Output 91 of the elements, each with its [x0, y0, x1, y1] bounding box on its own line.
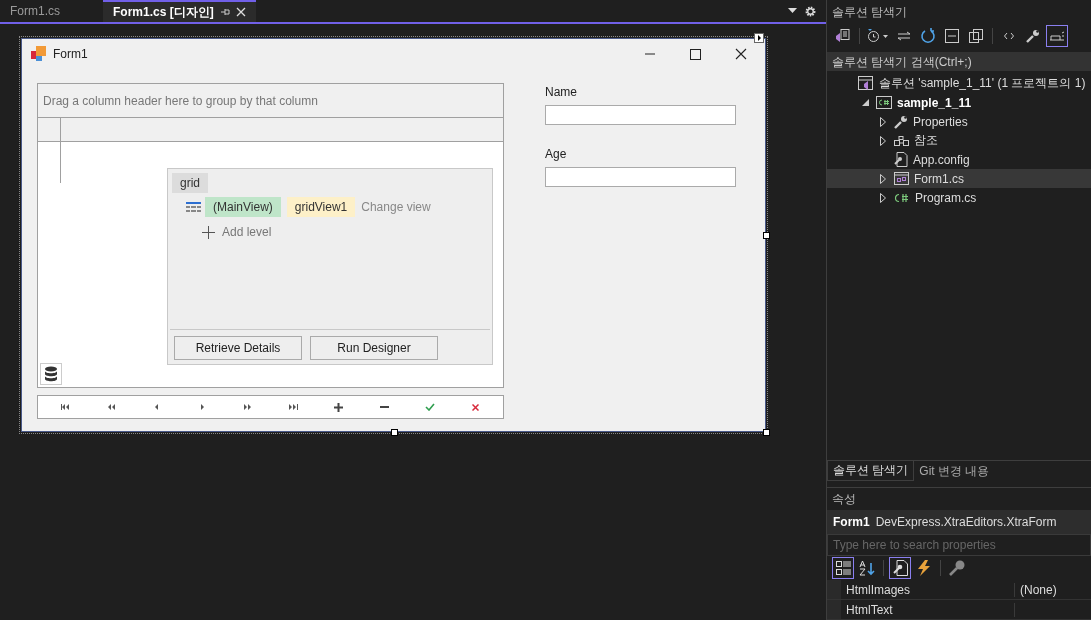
tree-item[interactable]: sample_1_11: [827, 93, 1091, 112]
grid-view-icon: [186, 202, 201, 212]
pin-icon[interactable]: [219, 7, 230, 17]
clock-icon: [867, 29, 889, 43]
resize-handle[interactable]: [763, 232, 770, 239]
minus-icon[interactable]: [379, 406, 389, 408]
lightning-icon: [917, 560, 931, 576]
editor-tab[interactable]: Form1.cs: [0, 0, 103, 22]
collapsed-arrow-icon[interactable]: [880, 135, 886, 146]
check-icon[interactable]: [424, 403, 435, 411]
code-icon: [1004, 32, 1014, 40]
property-value[interactable]: (None): [1020, 582, 1057, 597]
categorized-icon: [835, 560, 851, 576]
designer-button[interactable]: Retrieve Details: [174, 336, 302, 360]
main-view-tag[interactable]: (MainView): [205, 197, 281, 217]
search-field[interactable]: Type here to search properties: [827, 534, 1091, 556]
field-label: Age: [545, 147, 568, 161]
tree-item-label: sample_1_11: [897, 95, 972, 110]
csharp-file-icon: [894, 192, 910, 203]
field-label: Name: [545, 85, 578, 99]
maximize-icon[interactable]: [690, 48, 701, 60]
collapse-icon: [945, 29, 959, 43]
database-icon[interactable]: [40, 363, 62, 385]
expanded-arrow-icon[interactable]: [861, 99, 869, 106]
tree-item-label: 참조: [914, 132, 938, 149]
tree-item[interactable]: 참조: [827, 131, 1091, 150]
tree-item[interactable]: Program.cs: [827, 188, 1091, 207]
cancel-icon[interactable]: [471, 403, 479, 411]
panel-tab[interactable]: Git 변경 내용: [914, 461, 995, 481]
tree-item[interactable]: Form1.cs: [827, 169, 1091, 188]
property-name[interactable]: HtmlText: [841, 602, 1015, 617]
resize-handle[interactable]: [763, 429, 770, 436]
key-icon: [949, 560, 965, 576]
property-page-icon: [892, 560, 908, 576]
next-page-icon[interactable]: [244, 404, 252, 410]
categorized-button[interactable]: [832, 557, 854, 579]
input-field[interactable]: [545, 167, 736, 187]
plus-icon[interactable]: [334, 402, 344, 412]
search-field[interactable]: 솔루션 탐색기 검색(Ctrl+;): [827, 52, 1091, 71]
tree-item[interactable]: App.config: [827, 150, 1091, 169]
object-type: DevExpress.XtraEditors.XtraForm: [875, 515, 1057, 529]
plus-icon: [202, 225, 215, 239]
app-logo-icon: [31, 46, 47, 62]
properties-button[interactable]: [889, 557, 911, 579]
close-icon[interactable]: [735, 48, 747, 60]
collapsed-arrow-icon[interactable]: [880, 116, 886, 127]
wrench-icon: [894, 114, 908, 129]
collapsed-arrow-icon[interactable]: [880, 192, 886, 203]
editor-tab[interactable]: Form1.cs [디자인]: [103, 0, 256, 22]
tree-item-label: Form1.cs: [914, 171, 964, 186]
input-field[interactable]: [545, 105, 736, 125]
tree-item[interactable]: Properties: [827, 112, 1091, 131]
tree-item[interactable]: 솔루션 'sample_1_11' (1 프로젝트의 1): [827, 74, 1091, 93]
window-title: Form1: [53, 47, 88, 61]
panel-tab[interactable]: 솔루션 탐색기: [827, 461, 915, 481]
object-name: Form1: [833, 515, 870, 529]
smart-tag-icon[interactable]: [754, 33, 764, 43]
view-name-tag[interactable]: gridView1: [286, 197, 356, 217]
panel-title: 속성: [831, 490, 857, 508]
copy-icon: [969, 29, 983, 43]
level-tab[interactable]: grid: [172, 173, 208, 193]
config-file-icon: [894, 152, 908, 167]
previous-page-icon[interactable]: [107, 404, 115, 410]
preview-icon: [1049, 31, 1065, 41]
references-icon: [894, 135, 909, 146]
tree-item-label: Program.cs: [915, 190, 977, 205]
solution-home-icon: [835, 29, 851, 43]
settings-icon[interactable]: [805, 5, 816, 17]
dropdown-icon[interactable]: [788, 8, 797, 14]
wrench-icon: [1026, 29, 1040, 43]
tree-item-label: Properties: [913, 114, 968, 129]
first-record-icon[interactable]: [61, 404, 71, 410]
form-file-icon: [894, 172, 909, 185]
tree-item-label: 솔루션 'sample_1_11' (1 프로젝트의 1): [879, 75, 1086, 92]
tree-item-label: App.config: [913, 152, 970, 167]
add-level-button[interactable]: Add level: [202, 225, 488, 239]
two-arrows-icon: [897, 31, 911, 41]
refresh-icon: [920, 28, 936, 44]
solution-icon: [858, 76, 874, 91]
designer-button[interactable]: Run Designer: [310, 336, 438, 360]
panel-title: 솔루션 탐색기: [831, 3, 909, 21]
previous-record-icon[interactable]: [155, 404, 159, 410]
property-name[interactable]: HtmlImages: [841, 582, 1015, 597]
preview-button[interactable]: [1046, 25, 1068, 47]
sort-icon: [859, 560, 875, 576]
resize-handle[interactable]: [391, 429, 398, 436]
next-record-icon[interactable]: [200, 404, 204, 410]
collapsed-arrow-icon[interactable]: [880, 173, 886, 184]
last-record-icon[interactable]: [288, 404, 298, 410]
group-panel-hint: Drag a column header here to group by that column: [43, 93, 318, 108]
csharp-project-icon: [876, 96, 892, 109]
